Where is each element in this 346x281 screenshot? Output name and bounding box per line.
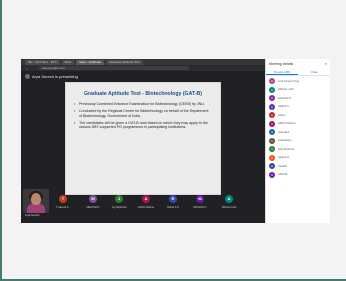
avatar: A <box>269 171 275 178</box>
back-icon[interactable]: ← <box>25 66 29 71</box>
list-item[interactable]: A Arya Suresh (You) <box>269 77 327 86</box>
address-bar[interactable]: meet.google.com <box>39 66 189 70</box>
slide-bullet: Conducted by the Regional Centre for Bio… <box>74 109 212 118</box>
participant-list-name: Abhishek K <box>278 96 292 100</box>
participant-list-name: Aswathi <box>278 164 288 168</box>
avatar: A <box>269 78 275 85</box>
presenting-banner: Arya Suresh is presenting <box>25 73 78 80</box>
participant-tile[interactable]: A AMAN Sharma <box>135 195 157 215</box>
close-icon[interactable]: × <box>325 62 327 66</box>
list-item[interactable]: A Adarsh S <box>269 103 327 112</box>
participant-avatar: M <box>196 195 204 203</box>
avatar: A <box>269 95 275 102</box>
self-video-tile[interactable] <box>23 189 49 213</box>
participant-avatar: R <box>169 195 177 203</box>
participant-name: AMAN Sharma <box>138 206 154 209</box>
participant-name: T. Jaleesh K... <box>55 206 71 209</box>
person-face <box>31 193 41 205</box>
tab-people[interactable]: People (48) <box>266 69 298 75</box>
panel-tabs: People (48) Chat <box>266 69 330 76</box>
participant-tile[interactable]: A Abhinav mohi <box>218 195 240 215</box>
tab-chat[interactable]: Chat <box>298 69 330 75</box>
panel-title: Meeting details <box>269 62 294 66</box>
list-item[interactable]: A Ananda K <box>269 128 327 137</box>
self-tile-name: Arya Suresh <box>25 214 40 217</box>
participant-avatar: A <box>225 195 233 203</box>
avatar: A <box>269 129 275 136</box>
participant-list: A Arya Suresh (You) A Abhinav mohi A Abhishek… <box>266 76 330 180</box>
avatar: A <box>269 163 275 170</box>
participant-name: Rathul S R <box>167 206 179 209</box>
participant-name: Joy Raphenia <box>111 206 127 209</box>
participant-name: MINHANS V <box>193 206 207 209</box>
participant-tile[interactable]: J Joy Raphenia <box>108 195 130 215</box>
participant-list-name: Anju Krishnan <box>278 147 295 151</box>
slide-title: Graduate Aptitude Test - Biotechnology (… <box>83 91 203 97</box>
presenter-avatar <box>25 74 30 79</box>
panel-header: Meeting details × <box>266 59 330 69</box>
participant-list-name: Abhinav mohi <box>278 88 294 92</box>
participant-tile[interactable]: M MEGHNA R <box>82 195 104 215</box>
participant-tile[interactable]: M MINHANS V <box>189 195 211 215</box>
participant-list-name: Anandaram <box>278 139 292 143</box>
participant-list-name: Ananda K <box>278 130 290 134</box>
participant-list-name: Arya Suresh (You) <box>278 79 300 83</box>
participant-avatar: M <box>89 195 97 203</box>
avatar: A <box>269 112 275 119</box>
list-item[interactable]: A Aparna R <box>269 154 327 163</box>
slide-bullet-list: Previously Combined Entrance Examination… <box>74 102 212 130</box>
avatar: A <box>269 146 275 153</box>
participant-avatar: J <box>115 195 123 203</box>
participant-list-name: Adarsh S <box>278 105 289 109</box>
slide-bullet: The candidates will be given a GAT-B ran… <box>74 121 212 130</box>
participant-avatar: A <box>142 195 150 203</box>
browser-toolbar: ← meet.google.com <box>21 65 265 71</box>
participant-name: Abhinav mohi <box>221 206 237 209</box>
list-item[interactable]: A Aswathi <box>269 162 327 171</box>
shared-slide: Graduate Aptitude Test - Biotechnology (… <box>65 82 221 195</box>
frame-edge-left <box>0 0 2 281</box>
participant-name: MEGHNA R <box>86 206 100 209</box>
list-item[interactable]: A Athira B <box>269 171 327 180</box>
participant-list-name: AMAN Sharma <box>278 122 296 126</box>
list-item[interactable]: A Anandaram <box>269 137 327 146</box>
list-item[interactable]: A Anju Krishnan <box>269 145 327 154</box>
participant-list-name: Athira B <box>278 173 288 177</box>
list-item[interactable]: A Abhinav mohi <box>269 86 327 95</box>
list-item[interactable]: A Abhishek K <box>269 94 327 103</box>
participant-tile[interactable]: R Rathul S R <box>162 195 184 215</box>
avatar: A <box>269 103 275 110</box>
presenting-label: Arya Suresh is presenting <box>32 74 78 79</box>
slide-bullet: Previously Combined Entrance Examination… <box>74 102 212 107</box>
meet-window: Mix · S&T Sem · ETS Meet Meet - Graduate… <box>21 59 330 223</box>
avatar: A <box>269 120 275 127</box>
screenshot-frame: Mix · S&T Sem · ETS Meet Meet - Graduate… <box>0 0 346 281</box>
participant-avatar: T <box>59 195 67 203</box>
participant-tile[interactable]: T T. Jaleesh K... <box>52 195 74 215</box>
avatar: A <box>269 86 275 93</box>
list-item[interactable]: A Akhil L <box>269 111 327 120</box>
people-panel: Meeting details × People (48) Chat A Arya… <box>265 59 330 223</box>
person-body <box>27 204 45 213</box>
avatar: A <box>269 154 275 161</box>
participant-list-name: Akhil L <box>278 113 286 117</box>
avatar: A <box>269 137 275 144</box>
list-item[interactable]: A AMAN Sharma <box>269 120 327 129</box>
participant-list-name: Aparna R <box>278 156 289 160</box>
